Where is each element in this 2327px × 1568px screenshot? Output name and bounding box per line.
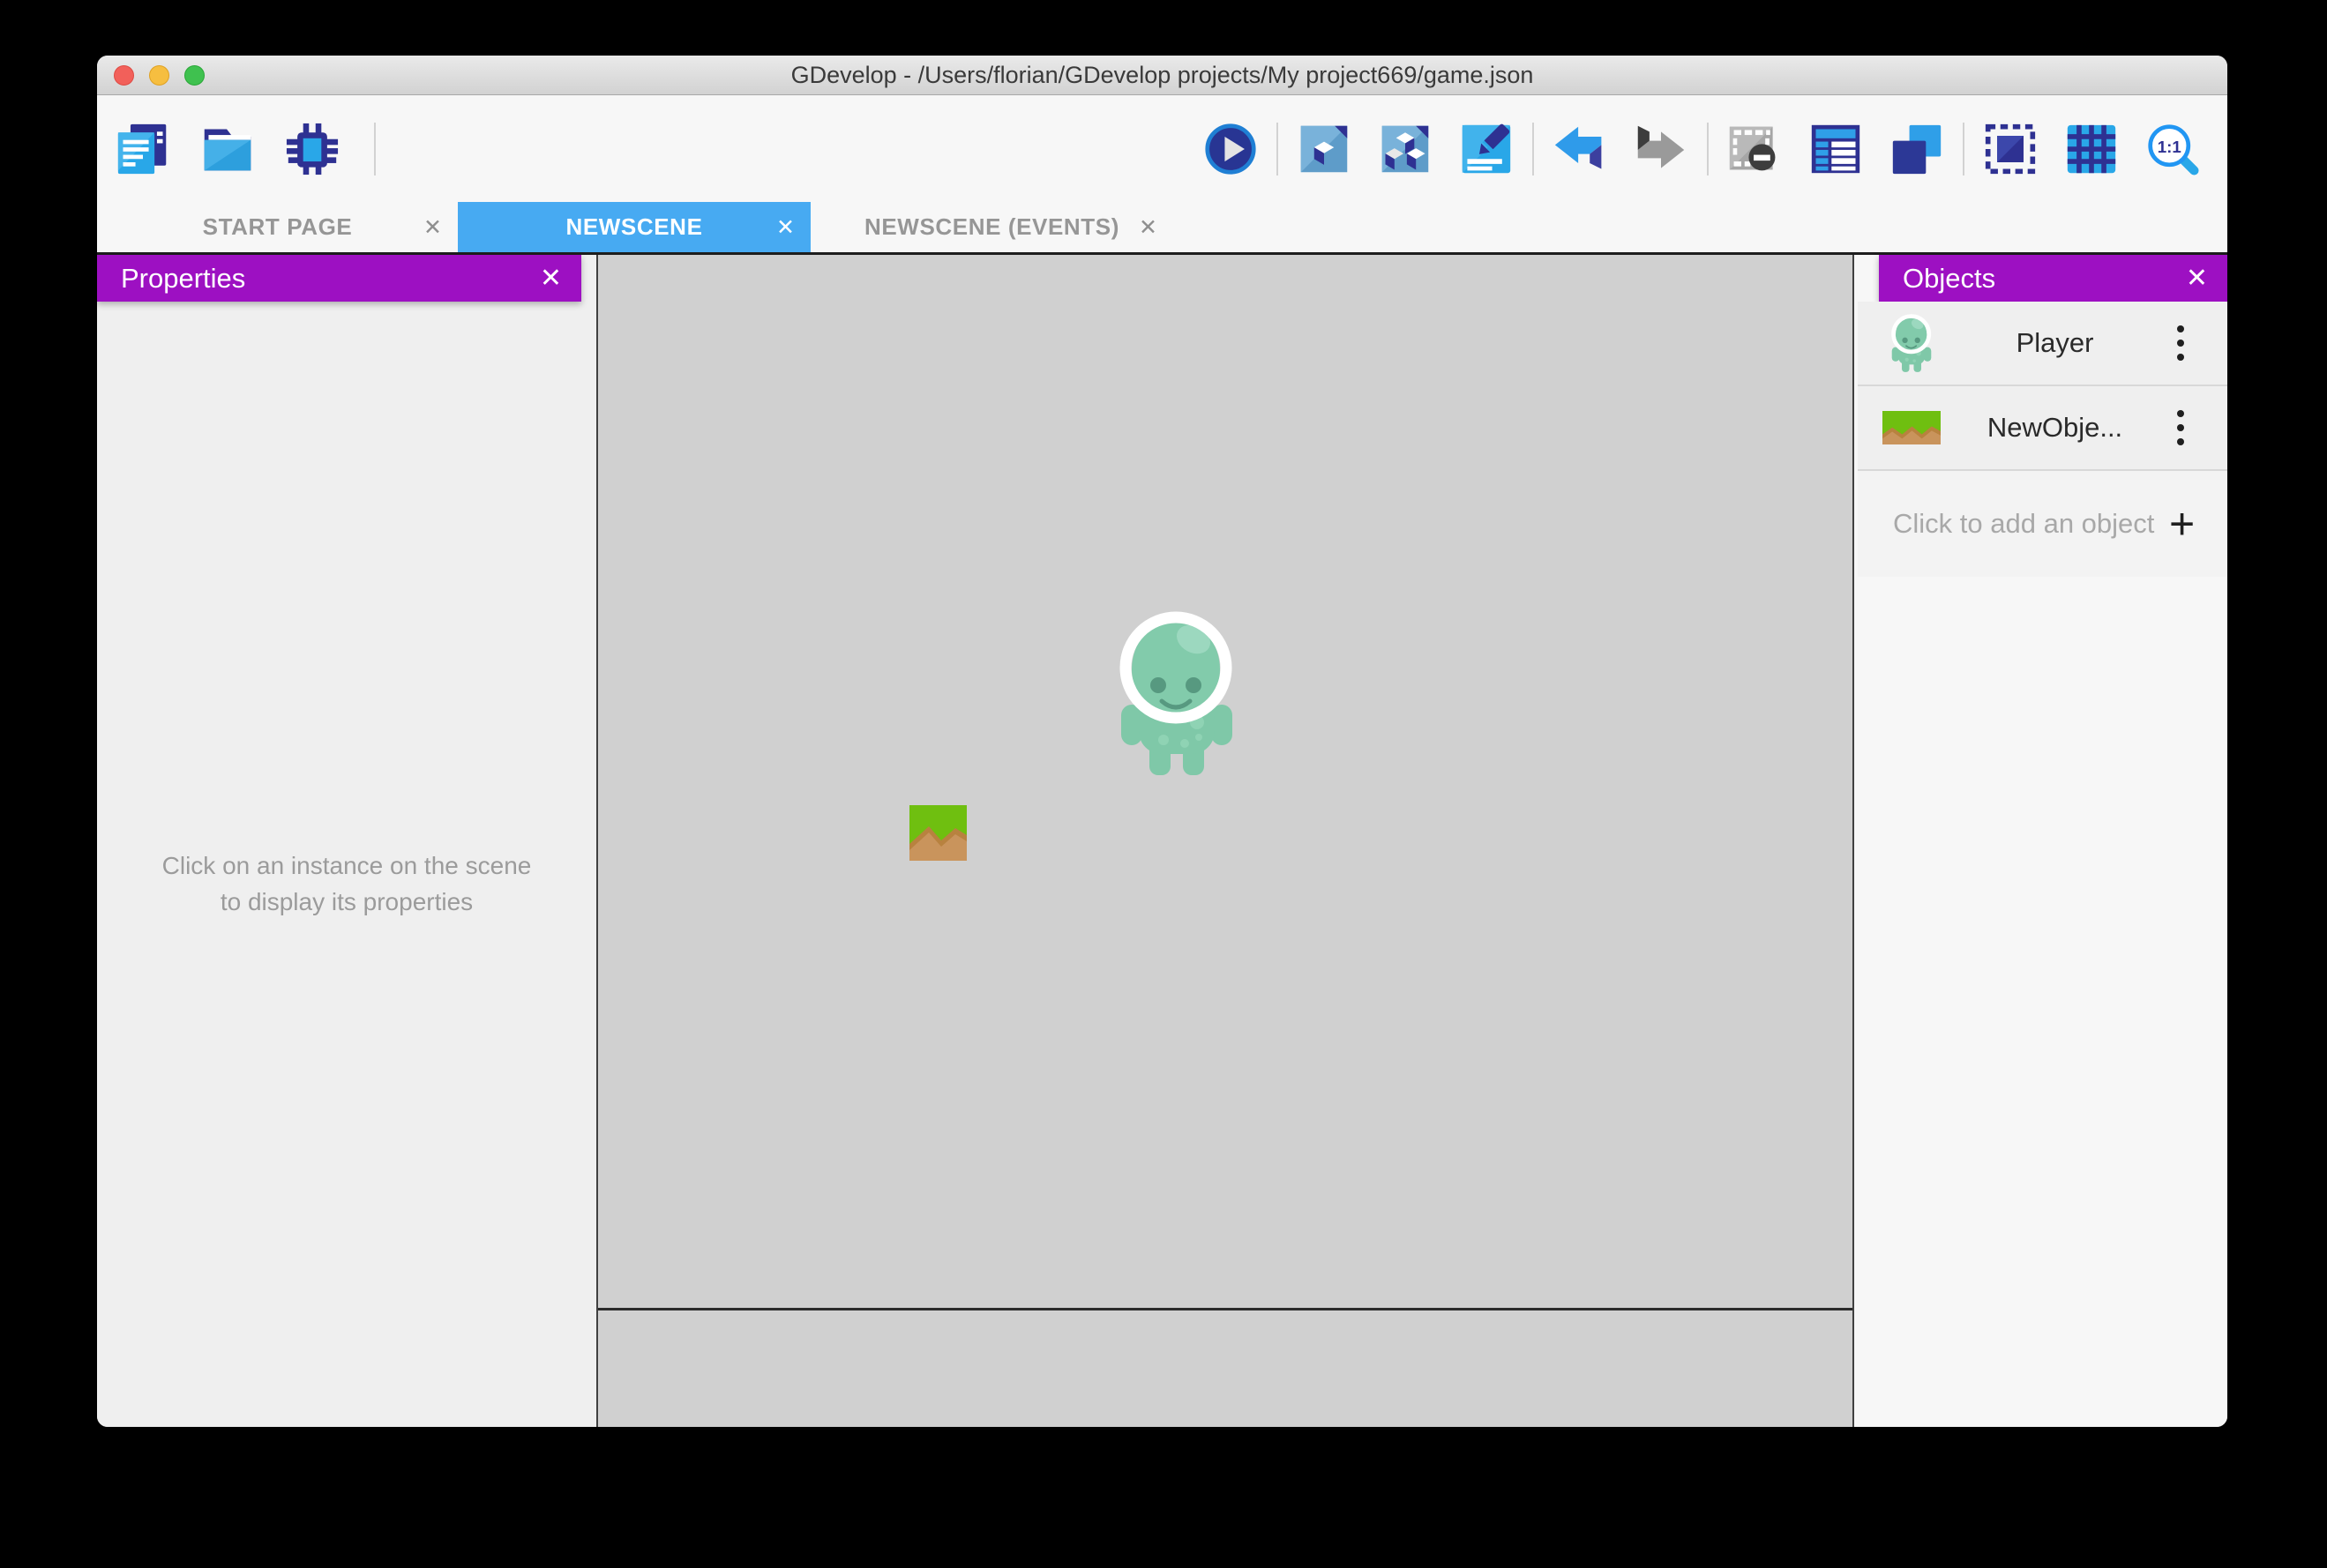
minimize-window-button[interactable] <box>149 64 169 86</box>
add-object-label: Click to add an object <box>1893 508 2155 539</box>
toolbar-right-group: 1:1 <box>1190 121 2227 177</box>
toolbar-divider <box>374 122 376 175</box>
object-menu-button[interactable] <box>2169 325 2192 361</box>
objects-panel-title: Objects <box>1903 262 1996 294</box>
toolbar-divider <box>1963 122 1964 175</box>
mask-button[interactable] <box>1982 121 2039 177</box>
close-icon[interactable]: ✕ <box>2186 263 2227 294</box>
window-title: GDevelop - /Users/florian/GDevelop proje… <box>790 61 1534 88</box>
close-tab-icon[interactable]: ✕ <box>423 214 442 241</box>
app-window: GDevelop - /Users/florian/GDevelop proje… <box>97 56 2227 1427</box>
toolbar-divider <box>1276 122 1278 175</box>
redo-button[interactable] <box>1633 121 1689 177</box>
undo-button[interactable] <box>1552 121 1608 177</box>
undo-icon <box>1554 126 1602 168</box>
tab-bar: START PAGE ✕ NEWSCENE ✕ NEWSCENE (EVENTS… <box>97 202 2227 252</box>
object-document-icon <box>1300 125 1348 172</box>
zoom-1-1-icon: 1:1 <box>2148 123 2199 175</box>
new-file-button[interactable] <box>115 121 171 177</box>
fullscreen-window-button[interactable] <box>184 64 205 86</box>
scene-canvas[interactable] <box>596 255 1854 1427</box>
grid-button[interactable] <box>2063 121 2120 177</box>
toolbar-divider <box>1532 122 1534 175</box>
properties-panel-title: Properties <box>121 262 246 294</box>
add-objects-group-button[interactable] <box>1377 121 1433 177</box>
objects-document-icon <box>1381 125 1429 172</box>
objects-list-icon <box>1811 124 1860 173</box>
toolbar-divider <box>1707 122 1709 175</box>
main-content: Properties ✕ Click on an instance on the… <box>97 252 2227 1427</box>
toolbar: 1:1 <box>97 95 2227 202</box>
redo-icon <box>1637 125 1685 168</box>
tab-label: START PAGE <box>202 213 353 240</box>
play-icon <box>1205 123 1256 175</box>
scene-window-border <box>598 1308 1852 1310</box>
open-folder-icon <box>204 129 251 170</box>
selection-frame-icon <box>1985 123 2036 174</box>
close-tab-icon[interactable]: ✕ <box>776 214 795 241</box>
terrain-tile-instance[interactable] <box>909 805 967 861</box>
debugger-button[interactable] <box>284 121 340 177</box>
scene-properties-button[interactable] <box>1458 121 1515 177</box>
properties-panel: Properties ✕ Click on an instance on the… <box>97 255 596 1427</box>
new-file-icon <box>117 123 167 174</box>
objects-panel: Objects ✕ Player NewObje... Click to add… <box>1854 255 2227 1427</box>
play-preview-button[interactable] <box>1202 121 1259 177</box>
object-row-player[interactable]: Player <box>1858 302 2227 386</box>
open-folder-button[interactable] <box>199 121 256 177</box>
terrain-thumbnail-icon <box>1882 411 1941 444</box>
film-strip-minus-icon <box>1729 126 1776 170</box>
svg-text:1:1: 1:1 <box>2158 137 2181 155</box>
object-menu-button[interactable] <box>2169 410 2192 445</box>
objects-panel-header: Objects ✕ <box>1879 255 2227 302</box>
layers-button[interactable] <box>1889 121 1945 177</box>
object-row-newobject[interactable]: NewObje... <box>1858 386 2227 471</box>
close-icon[interactable]: ✕ <box>540 263 581 294</box>
plus-icon[interactable]: + <box>2169 502 2195 546</box>
tab-start-page[interactable]: START PAGE ✕ <box>97 202 458 252</box>
close-tab-icon[interactable]: ✕ <box>1139 214 1157 241</box>
tab-newscene[interactable]: NEWSCENE ✕ <box>458 202 811 252</box>
tab-label: NEWSCENE (EVENTS) <box>864 213 1119 240</box>
properties-panel-header: Properties ✕ <box>97 255 581 302</box>
debugger-bug-icon <box>286 123 339 175</box>
add-object-button[interactable] <box>1296 121 1352 177</box>
player-instance[interactable] <box>1119 611 1234 775</box>
titlebar: GDevelop - /Users/florian/GDevelop proje… <box>97 56 2227 95</box>
edit-document-icon <box>1462 123 1511 173</box>
add-object-row[interactable]: Click to add an object + <box>1858 471 2227 577</box>
layers-icon <box>1892 124 1942 174</box>
tab-label: NEWSCENE <box>565 213 703 240</box>
terrain-tile-sprite <box>909 805 967 861</box>
traffic-lights <box>114 56 205 94</box>
toggle-preview-button[interactable] <box>1726 121 1783 177</box>
grid-icon <box>2067 124 2116 173</box>
object-name: NewObje... <box>1987 412 2123 443</box>
zoom-original-button[interactable]: 1:1 <box>2144 121 2201 177</box>
object-name: Player <box>2016 327 2094 358</box>
properties-empty-message: Click on an instance on the scene to dis… <box>161 852 532 915</box>
toolbar-left-group <box>97 121 381 177</box>
close-window-button[interactable] <box>114 64 134 86</box>
tab-newscene-events[interactable]: NEWSCENE (EVENTS) ✕ <box>811 202 1173 252</box>
player-thumbnail-icon <box>1882 314 1941 372</box>
player-sprite <box>1119 611 1232 775</box>
objects-list-button[interactable] <box>1807 121 1864 177</box>
